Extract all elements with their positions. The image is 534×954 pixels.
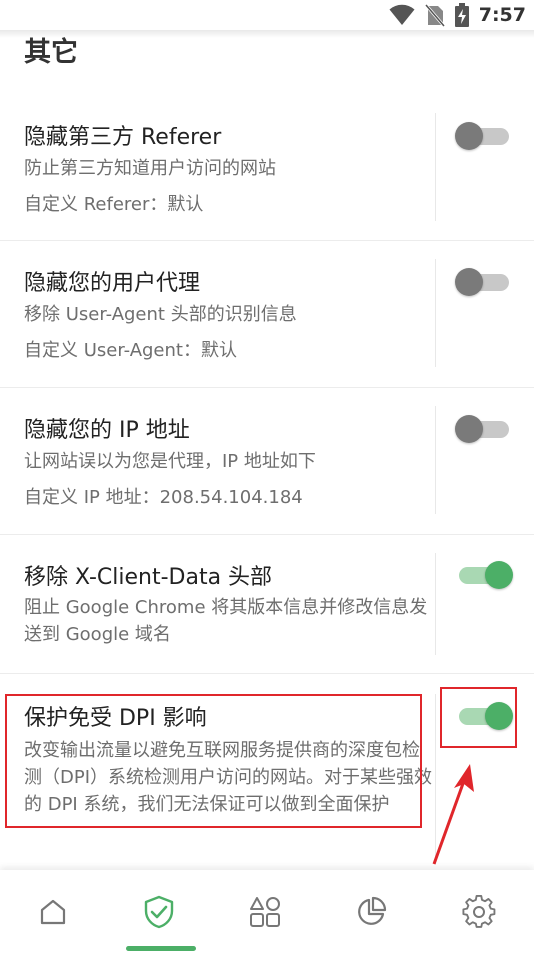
bottom-nav [0,870,534,954]
toggle-thumb [455,415,483,443]
setting-title: 移除 X-Client-Data 头部 [24,565,273,590]
row-divider [435,113,436,221]
row-divider [435,553,436,655]
setting-row-hide-referer: 隐藏第三方 Referer 防止第三方知道用户访问的网站 自定义 Referer… [0,95,534,241]
status-time: 7:57 [478,4,526,26]
wifi-icon [389,4,415,26]
no-sim-icon [424,4,445,27]
setting-description: 阻止 Google Chrome 将其版本信息并修改信息发送到 Google 域… [24,597,428,645]
status-bar: 7:57 [0,0,534,30]
row-divider [435,259,436,367]
setting-custom-value[interactable]: 自定义 Referer：默认 [24,190,203,216]
setting-row-hide-ip: 隐藏您的 IP 地址 让网站误以为您是代理，IP 地址如下 自定义 IP 地址：… [0,388,534,535]
section-title: 其它 [24,37,78,68]
annotation-box-dpi-text [5,694,422,828]
toggle-hide-user-agent[interactable] [455,268,511,296]
setting-row-hide-user-agent: 隐藏您的用户代理 移除 User-Agent 头部的识别信息 自定义 User-… [0,241,534,388]
nav-item-home[interactable] [0,870,106,954]
shield-check-icon [144,895,174,929]
nav-item-apps[interactable] [212,870,318,954]
setting-description: 防止第三方知道用户访问的网站 [24,158,276,179]
setting-row-remove-x-client-data: 移除 X-Client-Data 头部 阻止 Google Chrome 将其版… [0,535,534,674]
setting-description: 移除 User-Agent 头部的识别信息 [24,304,297,325]
nav-item-settings[interactable] [424,870,534,954]
annotation-box-dpi-toggle [440,687,517,748]
nav-item-statistics[interactable] [318,870,424,954]
toggle-thumb [455,268,483,296]
toggle-thumb [455,122,483,150]
toggle-hide-referer[interactable] [455,122,511,150]
settings-gear-icon [462,895,496,928]
setting-title: 隐藏您的 IP 地址 [24,418,190,443]
toggle-hide-ip[interactable] [455,415,511,443]
setting-custom-value[interactable]: 自定义 User-Agent：默认 [24,336,237,362]
row-divider [435,406,436,514]
setting-custom-value[interactable]: 自定义 IP 地址：208.54.104.184 [24,483,303,509]
toggle-remove-x-client-data[interactable] [455,561,513,589]
home-icon [40,899,66,925]
toggle-thumb [485,561,513,589]
battery-charging-icon [454,3,469,27]
apps-grid-icon [250,897,280,927]
nav-item-protection[interactable] [106,870,212,954]
setting-title: 隐藏第三方 Referer [24,125,222,150]
active-tab-indicator [126,946,196,951]
setting-description: 让网站误以为您是代理，IP 地址如下 [24,451,316,472]
header-shadow [0,30,534,38]
setting-title: 隐藏您的用户代理 [24,271,201,296]
annotation-arrow-icon [432,764,474,865]
pie-chart-icon [358,896,387,925]
status-icons: 7:57 [389,2,526,28]
